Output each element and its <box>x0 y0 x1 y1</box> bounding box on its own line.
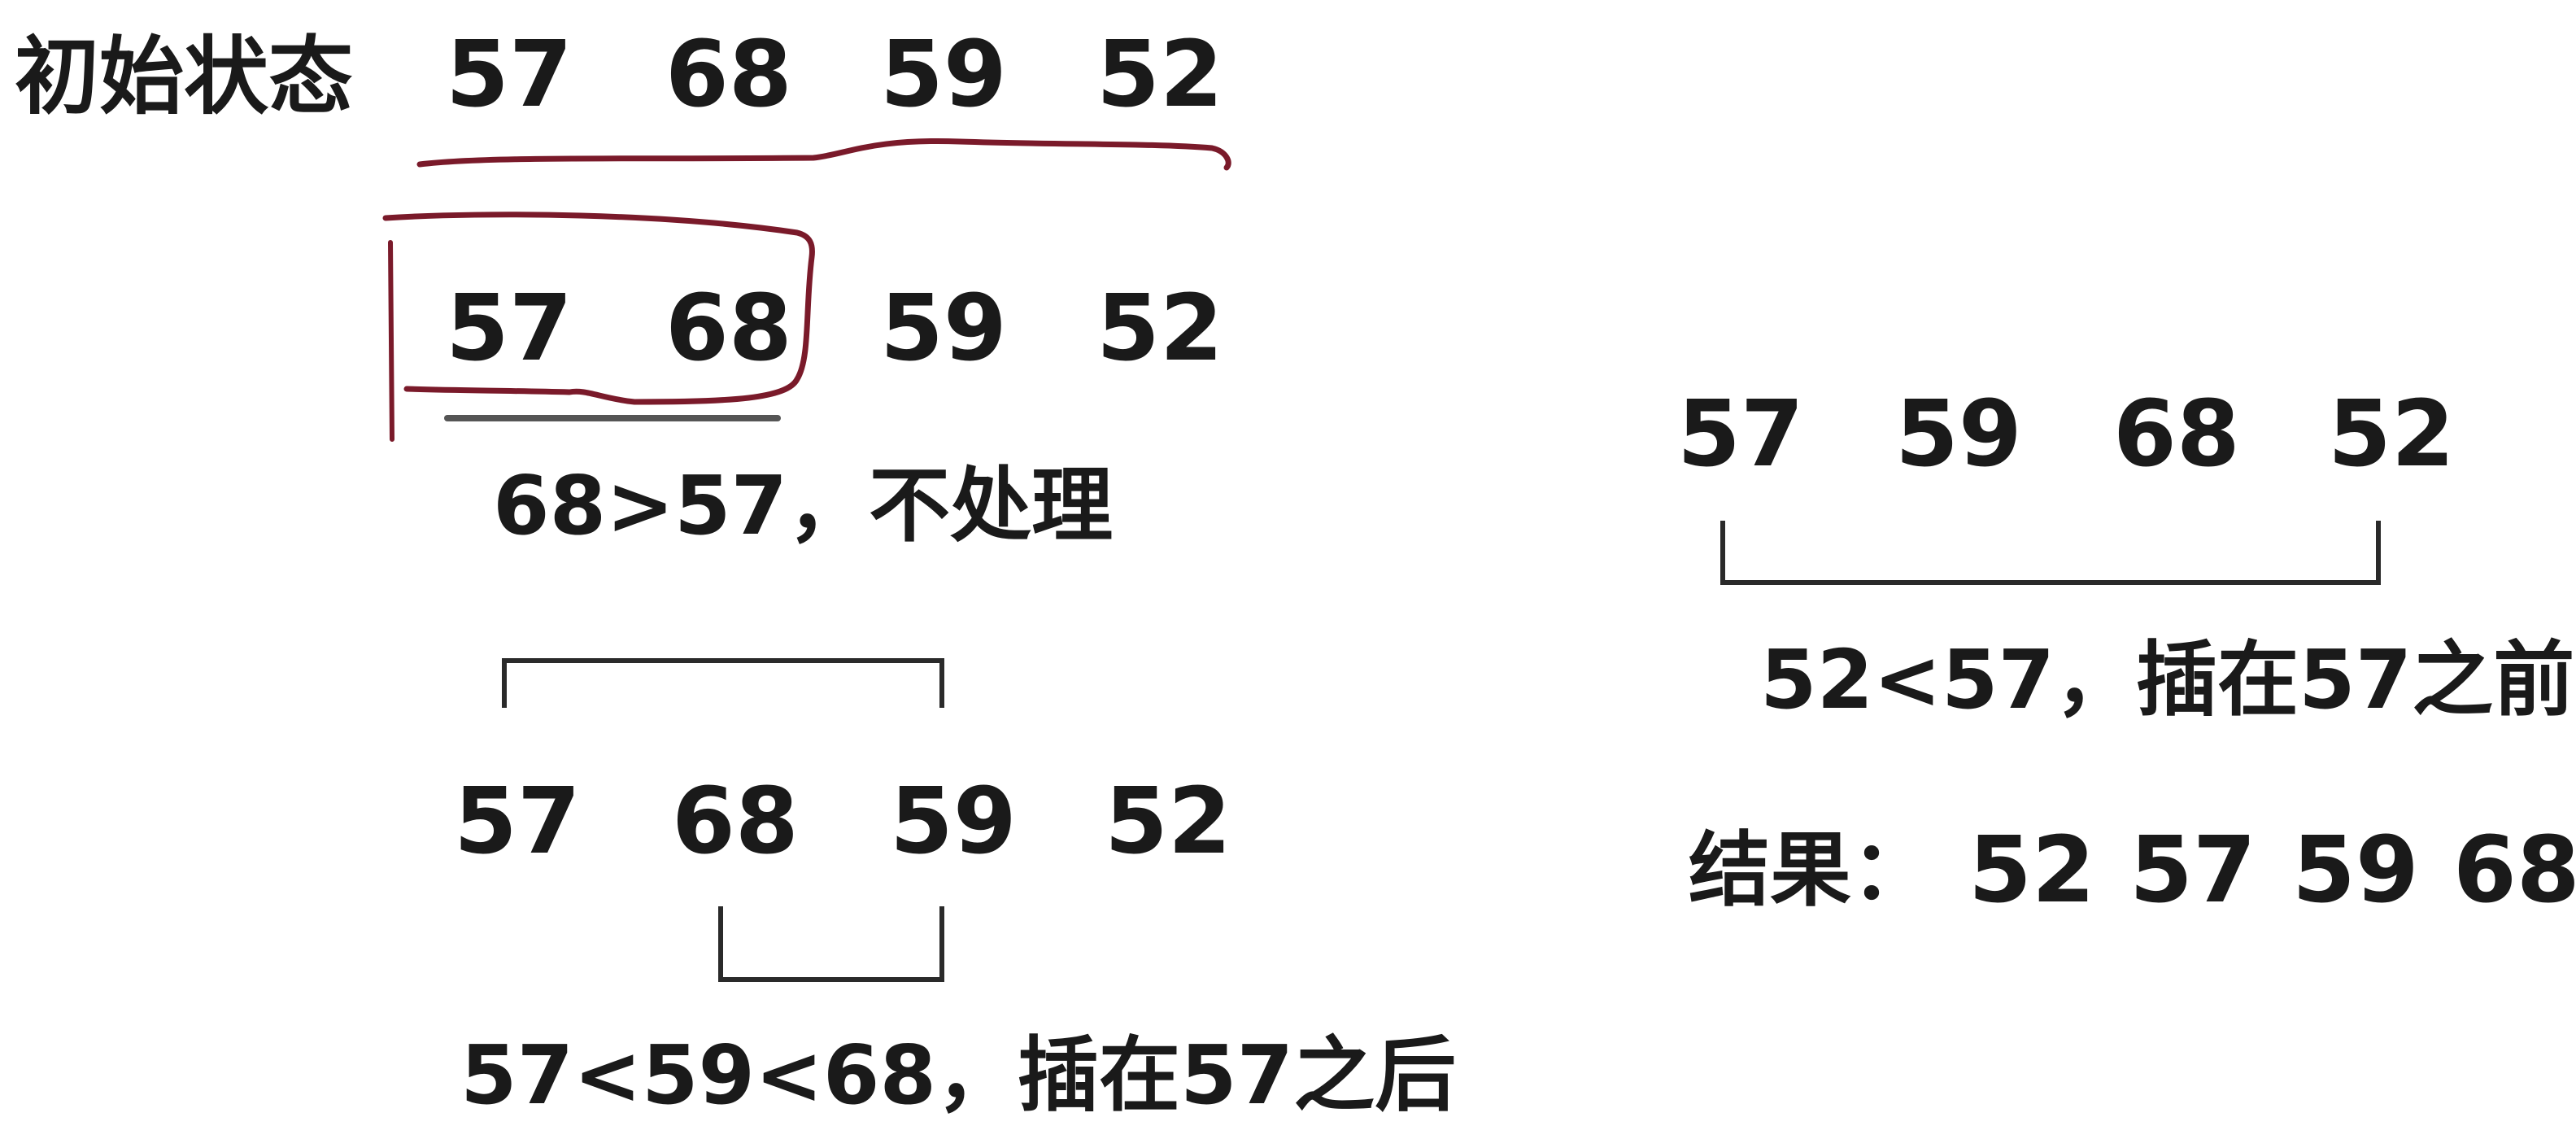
first-pair-box <box>382 212 815 405</box>
first-pair-box-left-stroke <box>388 240 394 442</box>
annotation-marks <box>382 137 2381 982</box>
initial-state-underline <box>416 137 1231 171</box>
row4-bottom-bracket <box>1720 521 2381 585</box>
row3-top-bracket <box>502 658 944 708</box>
row3-bottom-bracket <box>718 906 944 982</box>
